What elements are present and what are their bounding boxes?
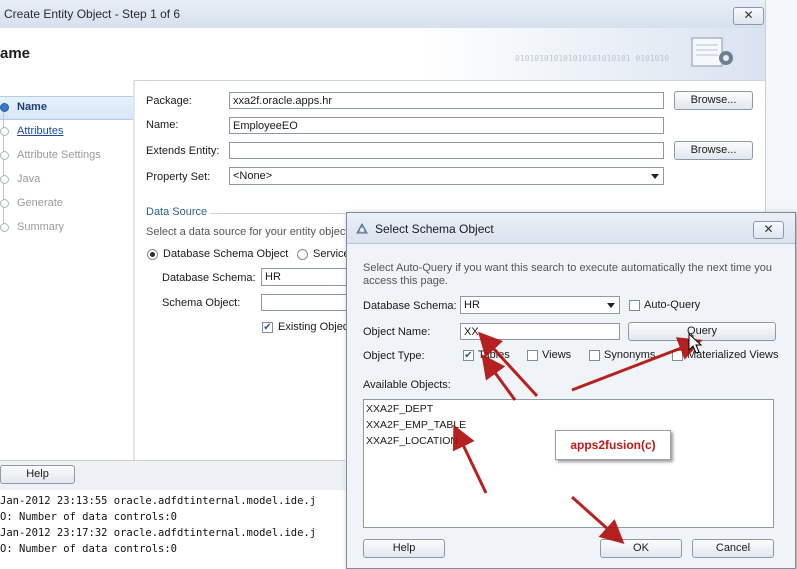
annotation-arrows bbox=[452, 331, 703, 545]
arrow-to-query bbox=[571, 337, 703, 392]
mouse-cursor-icon bbox=[688, 332, 703, 354]
arrow-to-emp-table bbox=[452, 424, 488, 494]
arrow-to-ok bbox=[570, 495, 625, 545]
